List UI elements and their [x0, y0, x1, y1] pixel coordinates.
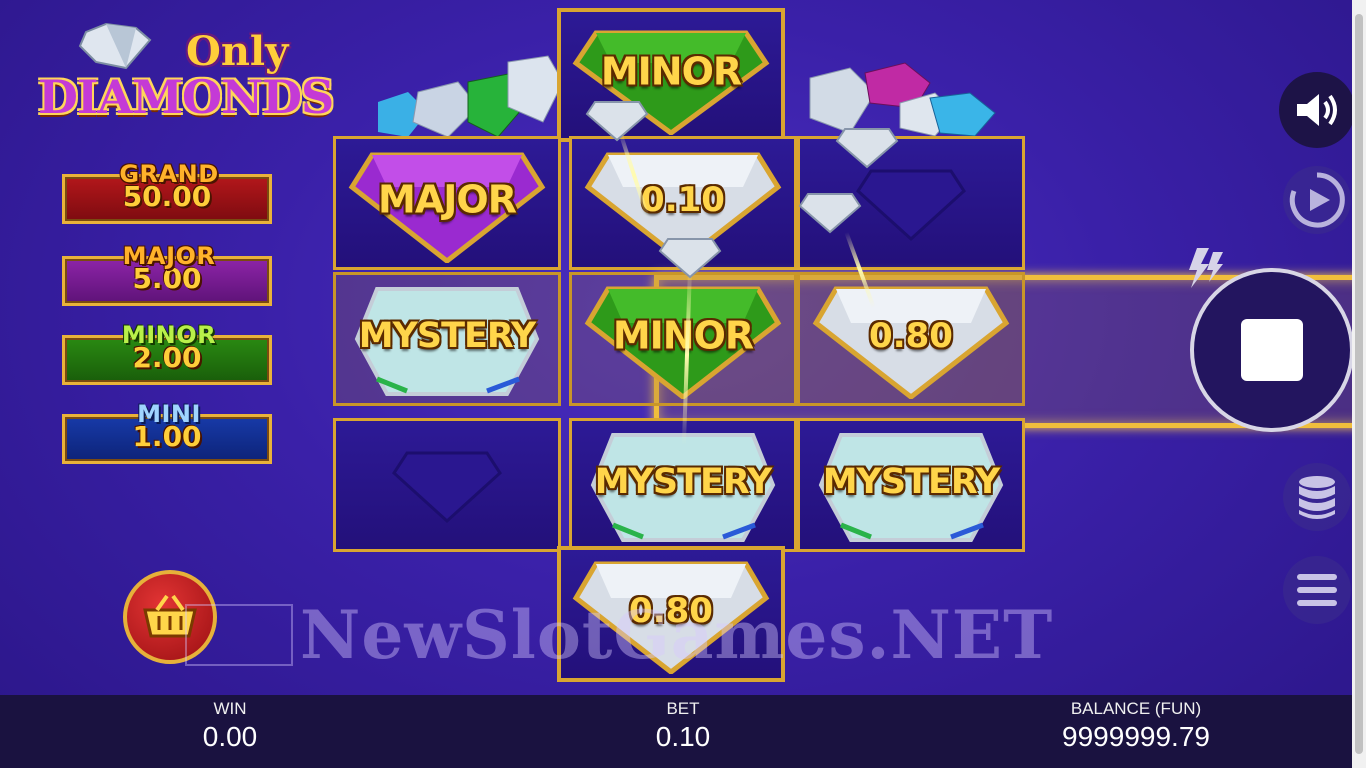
balance-value: 9999999.79 [1062, 721, 1210, 752]
logo-only-text: Only [186, 28, 289, 75]
balance-label: BALANCE (FUN) [1070, 699, 1202, 718]
jackpot-mini: MINI 1.00 [62, 400, 276, 464]
bet-settings-button[interactable] [1283, 463, 1351, 531]
page-scrollbar[interactable] [1352, 0, 1366, 768]
menu-button[interactable] [1283, 556, 1351, 624]
jackpot-symbol-minor: MINOR [583, 279, 783, 399]
spin-stop-button[interactable] [1190, 268, 1354, 432]
empty-slot-icon [392, 451, 502, 524]
jackpot-minor: MINOR 2.00 [62, 321, 276, 385]
jackpot-grand: GRAND 50.00 [62, 160, 276, 224]
diamond-symbol: 0.80 [811, 279, 1011, 399]
empty-slot-icon [856, 169, 966, 242]
bottom-status-bar: WIN 0.00 BET 0.10 BALANCE (FUN) 9999999.… [0, 695, 1352, 768]
win-display: WIN 0.00 [170, 699, 290, 753]
cell-label: MYSTERY [358, 315, 537, 356]
autoplay-button[interactable] [1283, 166, 1351, 234]
scrollbar-thumb[interactable] [1355, 14, 1363, 754]
sound-toggle-button[interactable] [1279, 72, 1355, 148]
jackpot-major: MAJOR 5.00 [62, 242, 276, 306]
logo-diamond-icon [78, 22, 152, 70]
reel-cell: 0.80 [797, 272, 1025, 406]
cell-label: MYSTERY [822, 461, 1001, 502]
jackpot-minor-label: MINOR [121, 321, 217, 349]
reel-cell: MAJOR [333, 136, 561, 270]
win-label: WIN [213, 699, 247, 718]
reel-cell: MYSTERY [797, 418, 1025, 552]
jackpot-grand-label: GRAND [119, 160, 219, 188]
flying-diamond-icon [798, 193, 862, 234]
cell-label: MAJOR [378, 177, 517, 222]
bet-value: 0.10 [655, 721, 711, 752]
coin-stack-icon [1299, 476, 1335, 519]
speaker-icon [1297, 94, 1337, 126]
flying-diamond-icon [585, 101, 649, 142]
mystery-symbol: MYSTERY [811, 425, 1011, 545]
bet-display[interactable]: BET 0.10 [623, 699, 743, 753]
win-value: 0.00 [202, 721, 258, 752]
cell-label: MINOR [612, 313, 754, 358]
logo-diamonds-text: DIAMONDS [38, 70, 334, 124]
flying-diamond-icon [835, 128, 899, 169]
jackpot-symbol-major: MAJOR [347, 143, 547, 263]
jackpot-major-label: MAJOR [122, 242, 216, 270]
cell-label: MYSTERY [594, 461, 773, 502]
mystery-symbol: MYSTERY [347, 279, 547, 399]
cell-label: 0.80 [869, 315, 953, 356]
watermark-logo [185, 604, 293, 666]
reel-cell: MYSTERY [333, 272, 561, 406]
autoplay-icon [1289, 172, 1345, 228]
cell-label: MINOR [600, 49, 742, 94]
stop-icon [1241, 319, 1303, 381]
watermark-text: NewSlotGames.NET [300, 596, 1054, 674]
game-logo: Only DIAMONDS [36, 22, 334, 127]
bet-label: BET [666, 699, 700, 718]
jackpot-mini-label: MINI [137, 400, 201, 428]
cell-label: 0.10 [641, 179, 725, 220]
flying-diamond-icon [658, 238, 722, 279]
hamburger-icon [1297, 574, 1337, 606]
balance-display: BALANCE (FUN) 9999999.79 [1026, 699, 1246, 753]
reel-cell-empty [333, 418, 561, 552]
reel-grid: MINOR MAJOR 0.10 MYSTERY MINOR 0.80 MYST… [333, 8, 1366, 683]
